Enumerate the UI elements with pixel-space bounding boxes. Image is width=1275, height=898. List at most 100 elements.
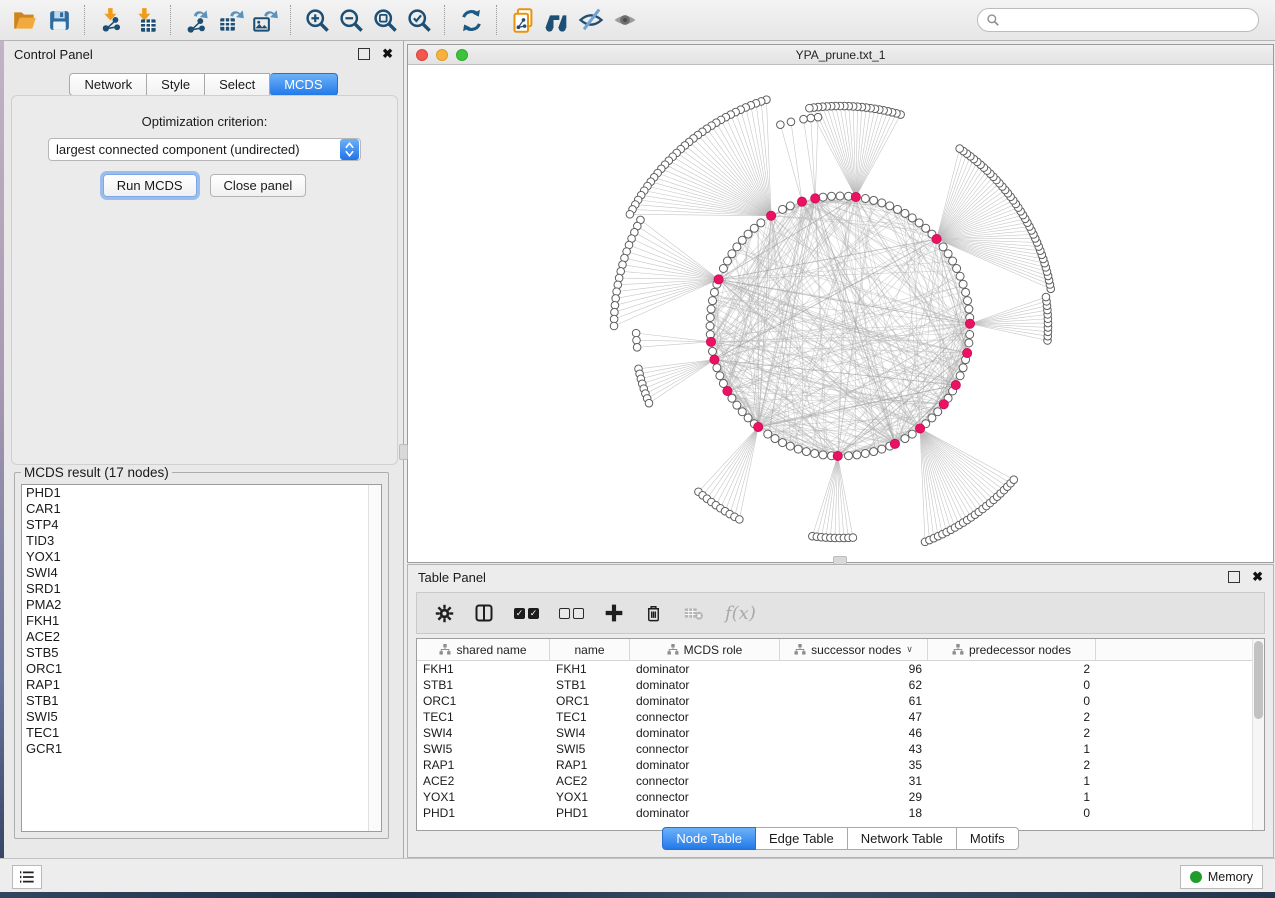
network-node[interactable] bbox=[853, 451, 861, 459]
zoom-in-button[interactable] bbox=[300, 4, 334, 36]
network-node[interactable] bbox=[800, 115, 808, 123]
network-node[interactable] bbox=[964, 297, 972, 305]
table-row[interactable]: TEC1TEC1connector472 bbox=[417, 709, 1264, 725]
network-node[interactable] bbox=[886, 202, 894, 210]
table-row[interactable]: ORC1ORC1dominator610 bbox=[417, 693, 1264, 709]
network-node[interactable] bbox=[794, 445, 802, 453]
network-node[interactable] bbox=[802, 448, 810, 456]
network-node[interactable] bbox=[878, 199, 886, 207]
mcds-result-item[interactable]: STB5 bbox=[22, 645, 381, 661]
mcds-hub-node[interactable] bbox=[915, 424, 924, 433]
close-panel-icon[interactable]: ✖ bbox=[382, 46, 393, 62]
tab-network[interactable]: Network bbox=[69, 73, 147, 96]
refresh-layout-button[interactable] bbox=[454, 4, 488, 36]
network-node[interactable] bbox=[713, 364, 721, 372]
network-node[interactable] bbox=[836, 192, 844, 200]
network-node[interactable] bbox=[861, 194, 869, 202]
mcds-result-item[interactable]: PMA2 bbox=[22, 597, 381, 613]
mcds-hub-node[interactable] bbox=[710, 355, 719, 364]
tab-select[interactable]: Select bbox=[205, 73, 270, 96]
network-node[interactable] bbox=[716, 372, 724, 380]
show-details-button[interactable] bbox=[608, 4, 642, 36]
network-node[interactable] bbox=[1010, 476, 1018, 484]
table-scrollbar-thumb[interactable] bbox=[1254, 641, 1263, 719]
network-node[interactable] bbox=[861, 450, 869, 458]
mcds-result-item[interactable]: ACE2 bbox=[22, 629, 381, 645]
export-table-button[interactable] bbox=[214, 4, 248, 36]
mcds-result-item[interactable]: SWI5 bbox=[22, 709, 381, 725]
mcds-hub-node[interactable] bbox=[890, 439, 899, 448]
network-node[interactable] bbox=[956, 372, 964, 380]
network-node[interactable] bbox=[738, 236, 746, 244]
search-input[interactable] bbox=[977, 8, 1259, 32]
network-node[interactable] bbox=[786, 442, 794, 450]
mcds-result-item[interactable]: ORC1 bbox=[22, 661, 381, 677]
network-node[interactable] bbox=[908, 430, 916, 438]
network-node[interactable] bbox=[878, 445, 886, 453]
table-row[interactable]: RAP1RAP1dominator352 bbox=[417, 757, 1264, 773]
tab-style[interactable]: Style bbox=[147, 73, 205, 96]
network-node[interactable] bbox=[633, 336, 641, 344]
table-scrollbar[interactable] bbox=[1252, 639, 1264, 830]
network-node[interactable] bbox=[757, 219, 765, 227]
memory-button[interactable]: Memory bbox=[1180, 865, 1263, 889]
close-table-panel-icon[interactable]: ✖ bbox=[1252, 569, 1263, 585]
network-node[interactable] bbox=[736, 516, 744, 524]
table-row[interactable]: SWI4SWI4dominator462 bbox=[417, 725, 1264, 741]
network-node[interactable] bbox=[845, 452, 853, 460]
select-all-columns-button[interactable]: ✓✓ bbox=[514, 608, 539, 619]
tab-motifs[interactable]: Motifs bbox=[957, 827, 1019, 850]
network-node[interactable] bbox=[632, 329, 640, 337]
network-node[interactable] bbox=[827, 192, 835, 200]
add-column-button[interactable] bbox=[604, 603, 624, 623]
network-node[interactable] bbox=[777, 121, 785, 129]
open-session-button[interactable] bbox=[8, 4, 42, 36]
vertical-splitter-handle[interactable] bbox=[399, 444, 408, 460]
network-node[interactable] bbox=[708, 297, 716, 305]
save-session-button[interactable] bbox=[42, 4, 76, 36]
column-header-name[interactable]: name bbox=[550, 639, 630, 660]
import-table-button[interactable] bbox=[128, 4, 162, 36]
network-node[interactable] bbox=[939, 243, 947, 251]
network-node[interactable] bbox=[819, 193, 827, 201]
network-node[interactable] bbox=[771, 435, 779, 443]
network-node[interactable] bbox=[708, 347, 716, 355]
table-row[interactable]: PHD1PHD1dominator180 bbox=[417, 805, 1264, 821]
float-panel-icon[interactable] bbox=[358, 48, 370, 60]
table-row[interactable]: ACE2ACE2connector311 bbox=[417, 773, 1264, 789]
mcds-result-item[interactable]: STB1 bbox=[22, 693, 381, 709]
copy-network-document-button[interactable] bbox=[506, 4, 540, 36]
mcds-hub-node[interactable] bbox=[811, 194, 820, 203]
network-node[interactable] bbox=[965, 305, 973, 313]
mcds-result-list[interactable]: PHD1CAR1STP4TID3YOX1SWI4SRD1PMA2FKH1ACE2… bbox=[21, 484, 382, 832]
mcds-result-item[interactable]: FKH1 bbox=[22, 613, 381, 629]
network-node[interactable] bbox=[764, 430, 772, 438]
mcds-result-item[interactable]: RAP1 bbox=[22, 677, 381, 693]
network-node[interactable] bbox=[962, 288, 970, 296]
network-node[interactable] bbox=[779, 205, 787, 213]
mcds-hub-node[interactable] bbox=[951, 380, 960, 389]
network-node[interactable] bbox=[787, 118, 795, 126]
zoom-out-button[interactable] bbox=[334, 4, 368, 36]
mcds-hub-node[interactable] bbox=[723, 386, 732, 395]
tab-mcds[interactable]: MCDS bbox=[270, 73, 337, 96]
network-node[interactable] bbox=[901, 435, 909, 443]
network-node[interactable] bbox=[633, 344, 641, 352]
delete-column-button[interactable] bbox=[644, 604, 663, 623]
table-row[interactable]: STB1STB1dominator620 bbox=[417, 677, 1264, 693]
table-row[interactable]: FKH1FKH1dominator962 bbox=[417, 661, 1264, 677]
network-node[interactable] bbox=[922, 224, 930, 232]
mcds-hub-node[interactable] bbox=[965, 319, 974, 328]
mcds-hub-node[interactable] bbox=[706, 337, 715, 346]
network-node[interactable] bbox=[807, 114, 815, 122]
deselect-all-columns-button[interactable] bbox=[559, 608, 584, 619]
network-node[interactable] bbox=[811, 450, 819, 458]
network-node[interactable] bbox=[956, 272, 964, 280]
network-node[interactable] bbox=[870, 196, 878, 204]
mcds-hub-node[interactable] bbox=[714, 275, 723, 284]
close-panel-button[interactable]: Close panel bbox=[210, 174, 307, 197]
tab-network-table[interactable]: Network Table bbox=[848, 827, 957, 850]
network-node[interactable] bbox=[814, 113, 822, 121]
mcds-result-item[interactable]: CAR1 bbox=[22, 501, 381, 517]
table-row[interactable]: SWI5SWI5connector431 bbox=[417, 741, 1264, 757]
